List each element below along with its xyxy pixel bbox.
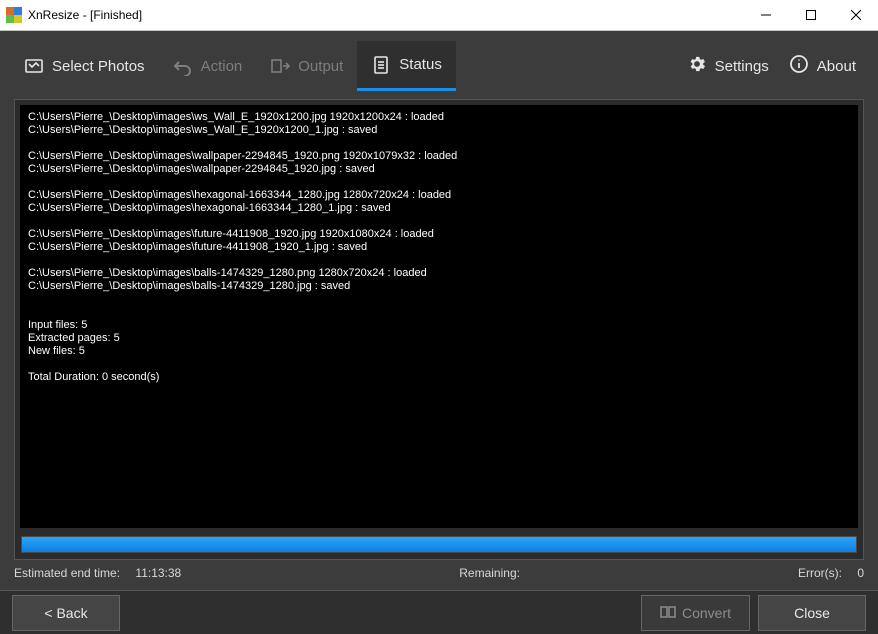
window-minimize-button[interactable] [743, 0, 788, 30]
tab-action[interactable]: Action [159, 41, 257, 91]
errors-label: Error(s): [798, 566, 842, 580]
tab-status[interactable]: Status [357, 41, 456, 91]
info-icon [789, 54, 809, 78]
remaining-label: Remaining: [459, 566, 520, 580]
estimated-end-value: 11:13:38 [135, 566, 181, 580]
window-close-button[interactable] [833, 0, 878, 30]
about-label: About [817, 58, 856, 75]
log-line: C:\Users\Pierre_\Desktop\images\hexagona… [28, 189, 850, 202]
log-line: C:\Users\Pierre_\Desktop\images\ws_Wall_… [28, 111, 850, 124]
log-line: C:\Users\Pierre_\Desktop\images\future-4… [28, 228, 850, 241]
bottom-button-bar: < Back Convert Close [0, 590, 878, 634]
output-icon [270, 56, 290, 76]
log-line: Extracted pages: 5 [28, 332, 850, 345]
estimated-end-label: Estimated end time: [14, 566, 120, 580]
log-textarea[interactable]: C:\Users\Pierre_\Desktop\images\ws_Wall_… [20, 105, 858, 528]
back-label: < Back [44, 605, 87, 621]
convert-icon [660, 605, 676, 622]
log-line: C:\Users\Pierre_\Desktop\images\balls-14… [28, 267, 850, 280]
tab-label: Select Photos [52, 58, 145, 75]
about-button[interactable]: About [789, 54, 856, 78]
app-icon [6, 7, 22, 23]
errors-value: 0 [857, 566, 864, 580]
log-line: New files: 5 [28, 345, 850, 358]
tab-label: Action [201, 58, 243, 75]
log-line: Input files: 5 [28, 319, 850, 332]
select-photos-icon [24, 56, 44, 76]
log-line: C:\Users\Pierre_\Desktop\images\hexagona… [28, 202, 850, 215]
status-bar: Estimated end time: 11:13:38 Remaining: … [0, 560, 878, 590]
close-label: Close [794, 605, 830, 621]
log-line: C:\Users\Pierre_\Desktop\images\future-4… [28, 241, 850, 254]
window-title: XnResize - [Finished] [28, 8, 142, 22]
log-line: Total Duration: 0 second(s) [28, 371, 850, 384]
window-title-bar: XnResize - [Finished] [0, 0, 878, 31]
log-line: C:\Users\Pierre_\Desktop\images\ws_Wall_… [28, 124, 850, 137]
log-line: C:\Users\Pierre_\Desktop\images\wallpape… [28, 163, 850, 176]
settings-label: Settings [715, 58, 769, 75]
log-panel: C:\Users\Pierre_\Desktop\images\ws_Wall_… [14, 99, 864, 560]
tab-label: Output [298, 58, 343, 75]
window-maximize-button[interactable] [788, 0, 833, 30]
progress-bar [21, 536, 857, 553]
close-button[interactable]: Close [758, 595, 866, 631]
convert-button: Convert [641, 595, 750, 631]
tab-select-photos[interactable]: Select Photos [10, 41, 159, 91]
log-line: C:\Users\Pierre_\Desktop\images\wallpape… [28, 150, 850, 163]
tab-bar: Select Photos Action Output [0, 31, 878, 91]
settings-button[interactable]: Settings [687, 54, 769, 78]
back-button[interactable]: < Back [12, 595, 120, 631]
undo-icon [173, 56, 193, 76]
tab-label: Status [399, 56, 442, 73]
log-line: C:\Users\Pierre_\Desktop\images\balls-14… [28, 280, 850, 293]
gear-icon [687, 54, 707, 78]
tab-output[interactable]: Output [256, 41, 357, 91]
convert-label: Convert [682, 605, 731, 621]
status-icon [371, 55, 391, 75]
